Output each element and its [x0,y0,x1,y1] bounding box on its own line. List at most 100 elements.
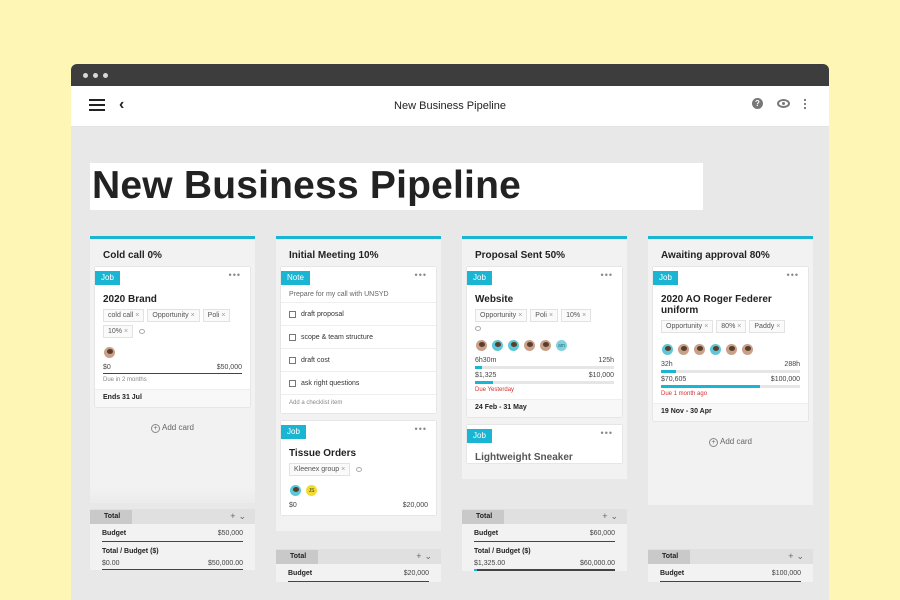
card-type-tag: Job [95,271,120,285]
card-type-tag: Job [467,429,492,443]
checkbox[interactable] [289,310,296,318]
job-card[interactable]: Job ••• 2020 AO Roger Federer uniform Op… [653,267,808,421]
hours-progress [661,370,800,373]
totals-actions-icon[interactable]: +⌄ [788,551,813,562]
card-chip[interactable]: Opportunity × [475,309,528,322]
card-title: 2020 AO Roger Federer uniform [661,294,772,316]
totals-label: Total [462,509,505,524]
avatar-initials: JS [305,484,318,497]
due-date: Due 1 month ago [661,391,708,397]
card-chip[interactable]: Kleenex group × [289,463,351,476]
card-menu-icon[interactable]: ••• [601,270,613,280]
ratio-label: Total / Budget ($) [102,548,159,555]
job-card[interactable]: Job ••• Lightweight Sneaker [467,425,622,463]
column-awaiting-approval: Awaiting approval 80% Job ••• 2020 AO Ro… [648,236,813,505]
ratio-right: $60,000.00 [579,560,615,567]
budget-value: $100,000 [771,570,801,577]
eye-icon[interactable] [777,99,790,108]
checkbox[interactable] [289,333,296,341]
card-menu-icon[interactable]: ••• [601,428,613,438]
card-menu-icon[interactable]: ••• [229,270,241,280]
checklist-item[interactable]: draft proposal [281,303,436,326]
plus-icon: + [708,438,718,447]
window-dot [93,72,98,78]
window-dot [83,72,88,78]
avatar-initials: am [555,339,568,352]
comment-icon[interactable] [139,329,146,334]
add-checklist-item[interactable]: Add a checklist item [281,395,436,413]
avatar [741,343,754,356]
avatar [475,339,488,352]
card-menu-icon[interactable]: ••• [415,270,427,280]
totals-actions-icon[interactable]: +⌄ [230,511,255,522]
card-type-tag: Job [467,271,492,285]
avatar [725,343,738,356]
page-title[interactable]: New Business Pipeline [90,163,703,210]
note-card[interactable]: Note ••• Prepare for my call with UNSYD … [281,267,436,413]
help-icon[interactable]: ? [752,98,763,109]
avatar [103,346,116,359]
avatar [491,339,504,352]
window-titlebar [71,64,829,86]
card-chip[interactable]: 10% × [103,325,134,338]
totals-actions-icon[interactable]: +⌄ [416,551,441,562]
totals-label: Total [276,549,319,564]
card-chip[interactable]: Poli × [202,309,231,322]
add-card-button[interactable]: + Add card [653,429,808,457]
checklist-item[interactable]: scope & team structure [281,326,436,349]
column-title[interactable]: Cold call 0% [90,236,255,264]
column-proposal-sent: Proposal Sent 50% Job ••• Website Opport… [462,236,627,479]
checkbox[interactable] [289,356,296,364]
ratio-right: $50,000.00 [207,560,243,567]
card-menu-icon[interactable]: ••• [415,424,427,434]
avatar [677,343,690,356]
totals-label: Total [90,509,133,524]
hours-total: 288h [784,361,800,368]
card-chip[interactable]: 80% × [716,320,747,333]
add-card-button[interactable]: + Add card [95,415,250,443]
card-title: Tissue Orders [289,448,357,459]
card-title: Website [475,294,514,305]
card-title: Lightweight Sneaker [475,452,573,463]
card-chip[interactable]: Opportunity × [147,309,200,322]
hours-spent: 6h30m [475,357,497,364]
job-card[interactable]: Job ••• Tissue Orders Kleenex group × JS … [281,421,436,515]
app-title: New Business Pipeline [394,100,506,112]
checkbox[interactable] [289,379,296,387]
comment-icon[interactable] [475,326,481,331]
card-dates: 19 Nov - 30 Apr [653,403,808,421]
budget-label: Budget [102,530,127,537]
card-chip[interactable]: Paddy × [749,320,786,333]
card-menu-icon[interactable]: ••• [787,270,799,280]
budget-label: Budget [288,570,313,577]
checklist-item[interactable]: ask right questions [281,372,436,395]
checklist-item[interactable]: draft cost [281,349,436,372]
card-chip[interactable]: Opportunity × [661,320,714,333]
budget-label: Budget [660,570,685,577]
column-title[interactable]: Initial Meeting 10% [276,236,441,264]
avatar [539,339,552,352]
hours-spent: 32h [661,361,673,368]
app-window: ‹ New Business Pipeline ? New Business P… [71,64,829,600]
budget-total: $20,000 [402,502,428,509]
card-chip[interactable]: Poli × [530,309,559,322]
column-title[interactable]: Proposal Sent 50% [462,236,627,264]
column-totals: Total +⌄ Budget $100,000 [648,549,813,582]
budget-spent: $0 [103,364,111,371]
card-chip[interactable]: 10% × [561,309,592,322]
more-vert-icon[interactable] [804,98,807,109]
column-title[interactable]: Awaiting approval 80% [648,236,813,264]
job-card[interactable]: Job ••• Website Opportunity × Poli × 10% × … [467,267,622,417]
budget-progress [475,381,614,384]
job-card[interactable]: Job ••• 2020 Brand cold call × Opportunit… [95,267,250,407]
budget-value: $50,000 [217,530,243,537]
plus-icon: + [150,424,160,433]
hours-total: 125h [598,357,614,364]
hours-progress [475,366,614,369]
totals-actions-icon[interactable]: +⌄ [602,511,627,522]
window-dot [103,72,108,78]
card-chip[interactable]: cold call × [103,309,145,322]
comment-icon[interactable] [356,467,363,472]
avatar [693,343,706,356]
totals-label: Total [648,549,691,564]
